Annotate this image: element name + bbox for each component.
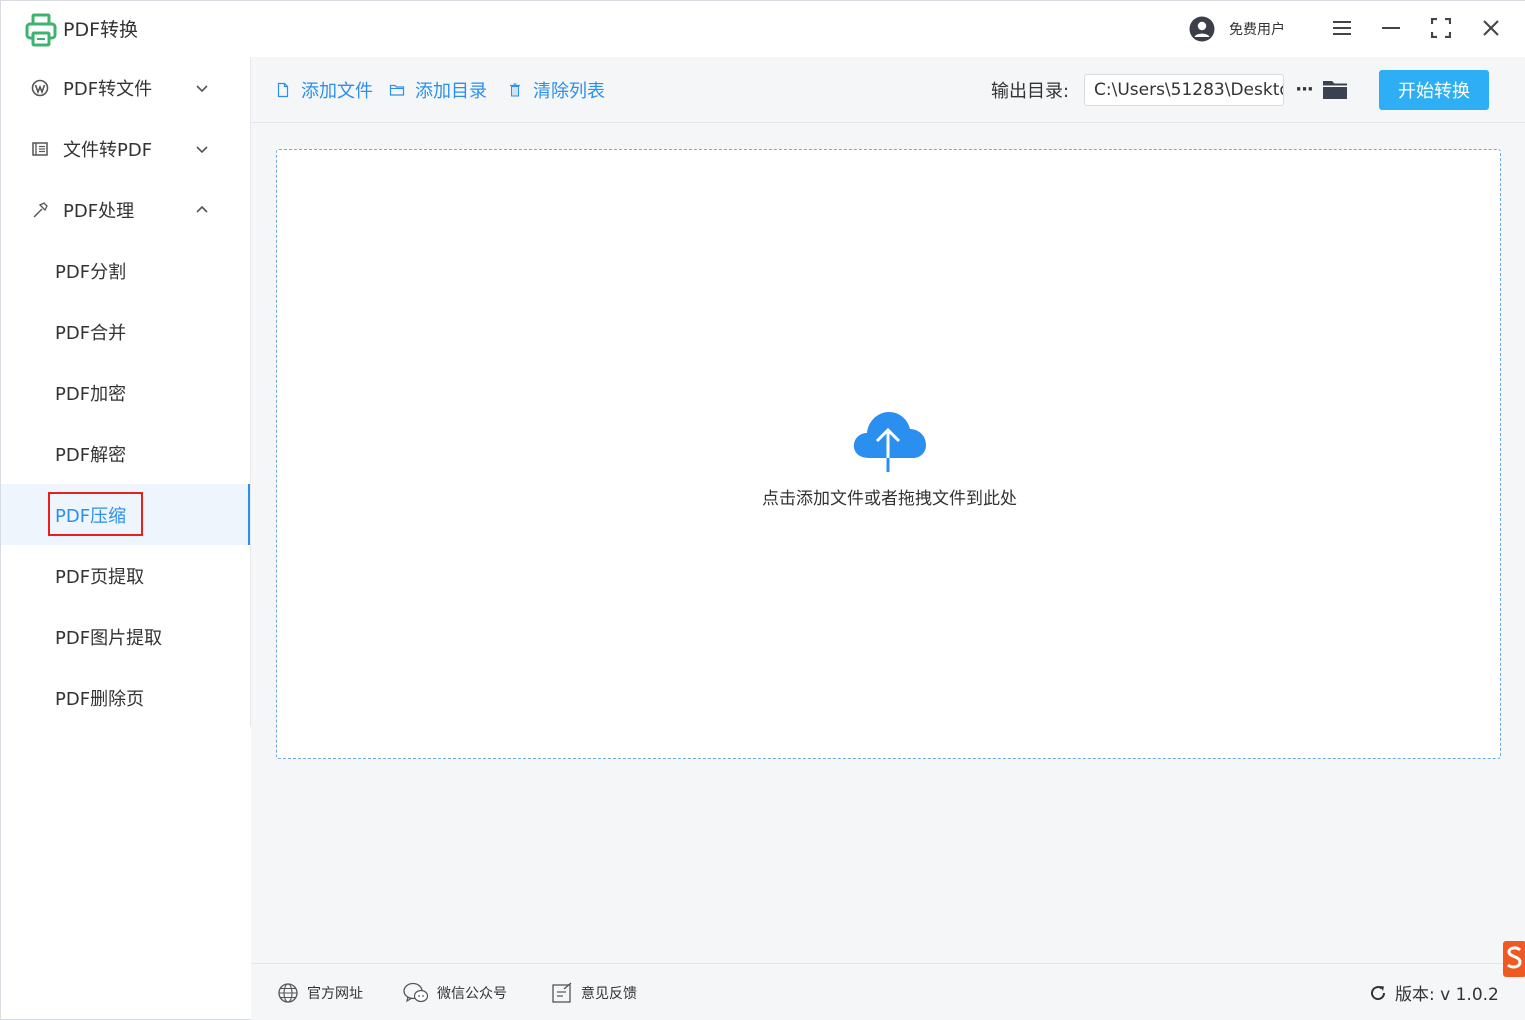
official-website-label: 官方网址: [307, 986, 363, 1002]
sidebar-item-pdf-compress[interactable]: PDF压缩: [1, 484, 250, 545]
user-account[interactable]: 免费用户: [1189, 16, 1285, 42]
add-file-label: 添加文件: [301, 81, 373, 102]
sidebar-item-pdf-image-extract[interactable]: PDF图片提取: [1, 606, 250, 667]
start-convert-button[interactable]: 开始转换: [1379, 70, 1489, 110]
user-avatar-icon: [1189, 16, 1215, 42]
feedback-link[interactable]: 意见反馈: [551, 982, 637, 1004]
floating-s-badge-icon[interactable]: [1503, 941, 1525, 977]
feedback-label: 意见反馈: [581, 986, 637, 1002]
edit-feedback-icon: [552, 982, 572, 1003]
wordpress-icon: [31, 79, 49, 97]
main-panel: 添加文件 添加目录 清除列表 输出目录: C:\Users\51283\Desk…: [251, 57, 1525, 1020]
clear-list-button[interactable]: 清除列表: [507, 77, 605, 103]
browse-more-button[interactable]: ···: [1293, 75, 1315, 103]
chevron-down-icon: [196, 85, 208, 93]
document-icon: [32, 142, 48, 156]
refresh-icon: [1371, 985, 1386, 1000]
sidebar-item-pdf-page-extract[interactable]: PDF页提取: [1, 545, 250, 606]
app-title: PDF转换: [63, 19, 139, 41]
output-dir-label: 输出目录:: [991, 81, 1070, 102]
add-folder-button[interactable]: 添加目录: [389, 77, 487, 103]
sidebar-item-pdf-merge[interactable]: PDF合并: [1, 301, 250, 362]
wechat-account-label: 微信公众号: [437, 986, 507, 1002]
nav-group-label: 文件转PDF: [63, 139, 153, 161]
add-folder-label: 添加目录: [415, 81, 487, 102]
hammer-icon: [33, 202, 48, 218]
sidebar-item-label: PDF解密: [55, 444, 127, 466]
version-label: 版本: v 1.0.2: [1395, 985, 1499, 1005]
sidebar-item-pdf-split[interactable]: PDF分割: [1, 240, 250, 301]
trash-icon: [510, 83, 520, 97]
footer: 官方网址 微信公众号 意见反馈 版本: v 1.0.2: [251, 963, 1525, 1020]
chevron-up-icon: [196, 205, 208, 213]
nav-group-pdf-processing[interactable]: PDF处理: [1, 179, 250, 240]
open-folder-icon[interactable]: [1322, 76, 1348, 102]
sidebar: PDF转文件 文件转PDF PDF处理 PDF分割 PDF合并 PDF加密 PD…: [1, 57, 251, 727]
wechat-account-link[interactable]: 微信公众号: [403, 982, 507, 1004]
nav-group-pdf-to-file[interactable]: PDF转文件: [1, 57, 250, 118]
menu-button[interactable]: [1329, 15, 1355, 41]
sidebar-item-label: PDF图片提取: [55, 627, 163, 649]
cloud-upload-icon: [853, 412, 926, 472]
printer-logo-icon: [25, 13, 57, 47]
output-dir-field[interactable]: C:\Users\51283\Deskto: [1084, 74, 1284, 106]
globe-icon: [278, 983, 298, 1003]
more-dots-label: ···: [1295, 78, 1313, 100]
sidebar-item-pdf-decrypt[interactable]: PDF解密: [1, 423, 250, 484]
drop-zone-text: 点击添加文件或者拖拽文件到此处: [762, 489, 1017, 509]
wechat-icon: [403, 982, 429, 1003]
add-file-button[interactable]: 添加文件: [275, 77, 373, 103]
sidebar-item-label: PDF页提取: [55, 566, 145, 588]
sidebar-item-pdf-encrypt[interactable]: PDF加密: [1, 362, 250, 423]
close-icon: [1483, 20, 1499, 36]
version-info[interactable]: 版本: v 1.0.2: [1369, 980, 1499, 1005]
clear-list-label: 清除列表: [533, 81, 605, 102]
hamburger-menu-icon: [1333, 21, 1351, 35]
chevron-down-icon: [196, 146, 208, 154]
sidebar-item-label: PDF分割: [55, 261, 127, 283]
minimize-icon: [1382, 27, 1400, 29]
file-icon: [277, 82, 289, 98]
file-drop-zone[interactable]: 点击添加文件或者拖拽文件到此处: [276, 149, 1501, 759]
app-window: PDF转换 免费用户 PDF转文件 文件转PDF PDF处理 PDF分割 PDF…: [0, 0, 1525, 1020]
sidebar-item-label: PDF压缩: [55, 505, 127, 527]
sidebar-item-label: PDF删除页: [55, 688, 145, 710]
nav-group-label: PDF转文件: [63, 78, 153, 100]
user-label: 免费用户: [1229, 22, 1285, 38]
nav-group-file-to-pdf[interactable]: 文件转PDF: [1, 118, 250, 179]
sidebar-item-pdf-delete-page[interactable]: PDF删除页: [1, 667, 250, 728]
close-button[interactable]: [1478, 15, 1504, 41]
fullscreen-icon: [1431, 18, 1451, 38]
minimize-button[interactable]: [1378, 15, 1404, 41]
sidebar-item-label: PDF合并: [55, 322, 127, 344]
sidebar-item-label: PDF加密: [55, 383, 127, 405]
folder-icon: [389, 84, 405, 96]
toolbar: 添加文件 添加目录 清除列表 输出目录: C:\Users\51283\Desk…: [251, 57, 1525, 123]
nav-group-label: PDF处理: [63, 200, 135, 222]
official-website-link[interactable]: 官方网址: [277, 982, 363, 1004]
maximize-button[interactable]: [1428, 15, 1454, 41]
title-bar: PDF转换 免费用户: [1, 1, 1525, 57]
